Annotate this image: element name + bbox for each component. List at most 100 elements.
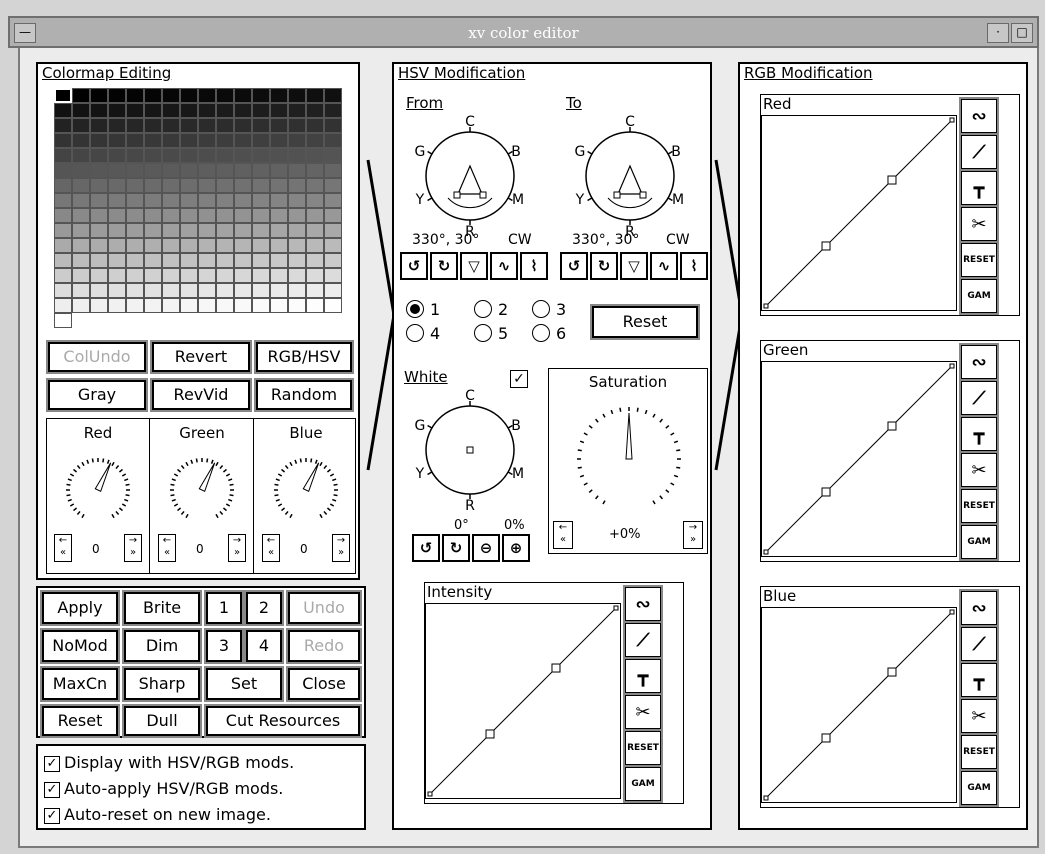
rotate-cw-icon[interactable]: ↻: [442, 534, 470, 562]
colormap-cell[interactable]: [324, 163, 342, 178]
range-radio-4[interactable]: [406, 324, 424, 342]
colormap-cell[interactable]: [54, 88, 72, 103]
redo-button[interactable]: Redo: [288, 630, 360, 662]
colormap-cell[interactable]: [108, 178, 126, 193]
colormap-cell[interactable]: [306, 88, 324, 103]
blue-dial-increase-button[interactable]: →»: [332, 534, 350, 562]
colormap-cell[interactable]: [180, 88, 198, 103]
colormap-cell[interactable]: [198, 283, 216, 298]
colormap-cell[interactable]: [216, 268, 234, 283]
smooth-curve-icon[interactable]: ∾: [961, 345, 997, 379]
colormap-cell[interactable]: [54, 133, 72, 148]
colormap-cell[interactable]: [144, 298, 162, 313]
option-display-mods[interactable]: ✓ Display with HSV/RGB mods.: [44, 750, 358, 776]
colormap-cell[interactable]: [270, 163, 288, 178]
colormap-cell[interactable]: [72, 283, 90, 298]
range-radio-5[interactable]: [474, 324, 492, 342]
curve-handle[interactable]: [485, 729, 495, 739]
colormap-cell[interactable]: [144, 148, 162, 163]
colormap-cell[interactable]: [72, 133, 90, 148]
colormap-cell[interactable]: [72, 103, 90, 118]
colormap-cell[interactable]: [54, 178, 72, 193]
curve-handle[interactable]: [821, 733, 831, 743]
colormap-cell[interactable]: [234, 283, 252, 298]
hue-range-handle[interactable]: [479, 191, 487, 199]
dial-needle[interactable]: [94, 462, 112, 492]
colormap-cell[interactable]: [252, 283, 270, 298]
colormap-cell[interactable]: [126, 193, 144, 208]
colormap-cell[interactable]: [252, 193, 270, 208]
colormap-cell[interactable]: [270, 253, 288, 268]
colormap-cell[interactable]: [324, 298, 342, 313]
colormap-cell[interactable]: [144, 223, 162, 238]
curve-handle[interactable]: [821, 241, 831, 251]
linear-curve-icon[interactable]: ⟋: [625, 623, 661, 657]
green-dial[interactable]: [152, 444, 252, 524]
curve-handle[interactable]: [427, 791, 433, 797]
colormap-cell[interactable]: [144, 283, 162, 298]
curve-handle[interactable]: [821, 487, 831, 497]
colormap-cell[interactable]: [108, 253, 126, 268]
white-wheel[interactable]: C B M R Y G: [404, 368, 554, 528]
close-button[interactable]: Close: [288, 668, 360, 700]
colormap-cell[interactable]: [270, 178, 288, 193]
colormap-cell[interactable]: [180, 223, 198, 238]
colormap-cell[interactable]: [90, 268, 108, 283]
decrease-icon[interactable]: ⊖: [472, 534, 500, 562]
preset-1-button[interactable]: 1: [206, 592, 242, 624]
colormap-cell[interactable]: [54, 253, 72, 268]
colormap-cell[interactable]: [108, 298, 126, 313]
colormap-cell[interactable]: [54, 313, 72, 328]
colormap-cell[interactable]: [54, 268, 72, 283]
colormap-cell[interactable]: [54, 148, 72, 163]
colormap-cell[interactable]: [270, 223, 288, 238]
colormap-cell[interactable]: [162, 223, 180, 238]
colormap-cell[interactable]: [72, 163, 90, 178]
colormap-cell[interactable]: [162, 118, 180, 133]
colormap-cell[interactable]: [90, 283, 108, 298]
rotate-ccw-icon[interactable]: ↺: [400, 252, 428, 280]
colormap-cell[interactable]: [90, 223, 108, 238]
preset-4-button[interactable]: 4: [246, 630, 282, 662]
colormap-cell[interactable]: [216, 178, 234, 193]
rotate-cw-icon[interactable]: ↻: [430, 252, 458, 280]
colormap-cell[interactable]: [126, 223, 144, 238]
colormap-cell[interactable]: [108, 118, 126, 133]
colormap-cell[interactable]: [162, 178, 180, 193]
colormap-cell[interactable]: [198, 118, 216, 133]
option-auto-apply[interactable]: ✓ Auto-apply HSV/RGB mods.: [44, 776, 358, 802]
colormap-cell[interactable]: [216, 253, 234, 268]
colormap-cell[interactable]: [270, 103, 288, 118]
shrink-range-icon[interactable]: ⌇: [520, 252, 548, 280]
colormap-cell[interactable]: [288, 148, 306, 163]
colormap-cell[interactable]: [126, 268, 144, 283]
colormap-cell[interactable]: [162, 103, 180, 118]
maximize-button[interactable]: □: [1011, 23, 1033, 43]
colormap-cell[interactable]: [144, 238, 162, 253]
colormap-cell[interactable]: [216, 223, 234, 238]
sharp-button[interactable]: Sharp: [124, 668, 200, 700]
linear-curve-icon[interactable]: ⟋: [961, 135, 997, 169]
hue-range-handle[interactable]: [613, 191, 621, 199]
colormap-cell[interactable]: [108, 208, 126, 223]
colormap-cell[interactable]: [180, 283, 198, 298]
colormap-cell[interactable]: [54, 238, 72, 253]
curve-handle[interactable]: [551, 663, 561, 673]
colormap-cell[interactable]: [198, 298, 216, 313]
colormap-cell[interactable]: [324, 283, 342, 298]
curve-handle[interactable]: [613, 605, 619, 611]
colormap-cell[interactable]: [90, 103, 108, 118]
colormap-cell[interactable]: [162, 163, 180, 178]
gamma-button[interactable]: GAM: [961, 279, 997, 313]
colormap-cell[interactable]: [108, 238, 126, 253]
linear-curve-icon[interactable]: ⟋: [961, 627, 997, 661]
to-hue-wheel[interactable]: CBMRYG: [564, 94, 714, 254]
colormap-cell[interactable]: [288, 238, 306, 253]
red-dial-decrease-button[interactable]: ← «: [54, 534, 72, 562]
curve-handle[interactable]: [949, 609, 955, 615]
colormap-cell[interactable]: [252, 133, 270, 148]
colormap-cell[interactable]: [198, 193, 216, 208]
colormap-cell[interactable]: [180, 118, 198, 133]
colormap-cell[interactable]: [54, 103, 72, 118]
colormap-cell[interactable]: [126, 118, 144, 133]
